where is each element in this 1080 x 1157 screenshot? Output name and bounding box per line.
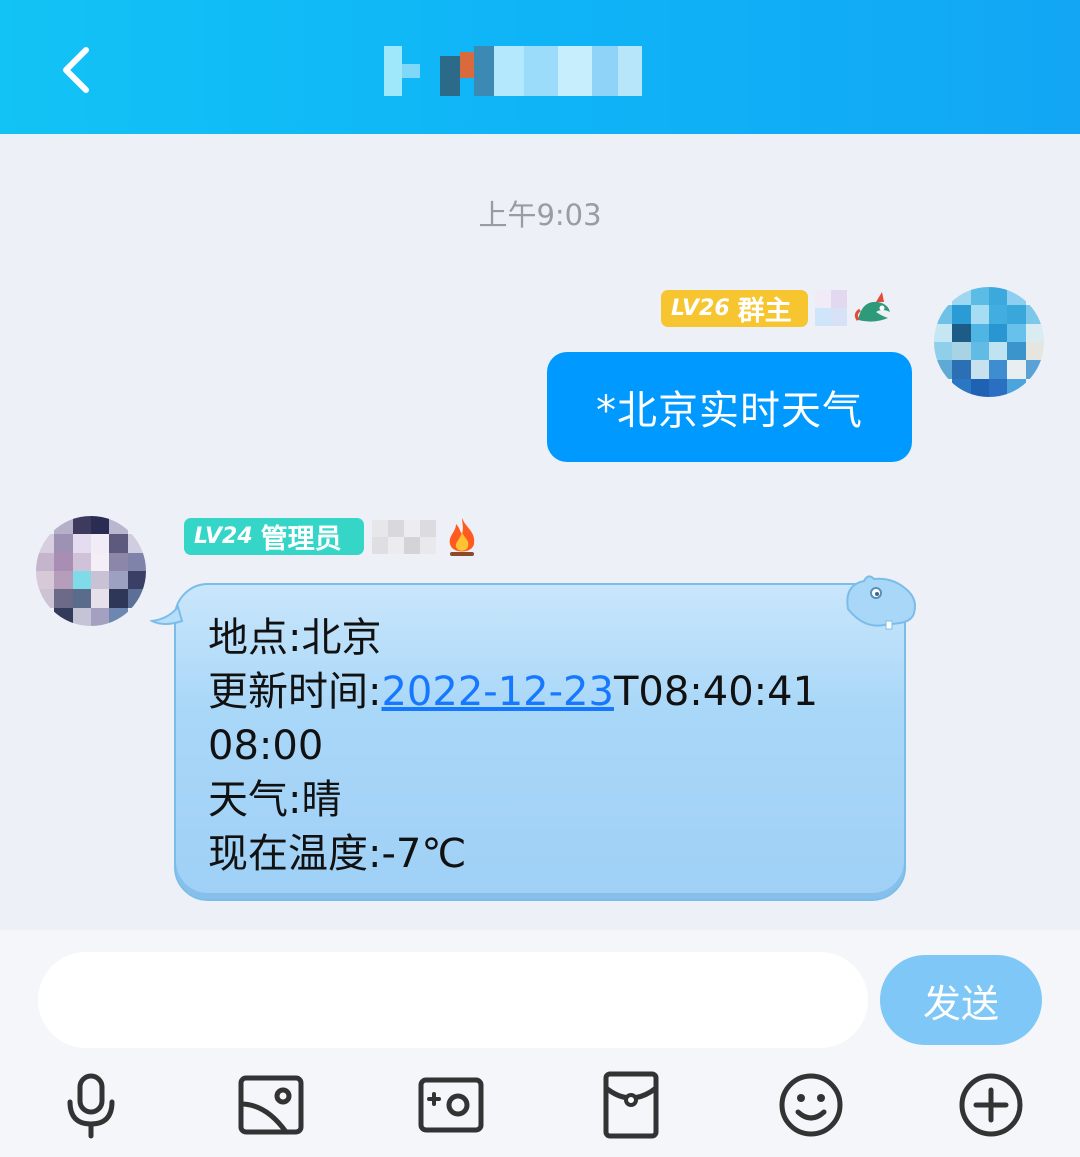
- gallery-icon[interactable]: [236, 1070, 306, 1140]
- bubble-tail: [150, 605, 184, 625]
- date-link[interactable]: 2022-12-23: [381, 669, 613, 715]
- update-time-line: 更新时间:2022-12-23T08:40:41: [208, 669, 819, 715]
- chat-header: [0, 0, 1080, 134]
- sender-nickname-pixelated: [815, 290, 847, 308]
- role-label: 群主: [737, 296, 792, 327]
- sender-nickname-pixelated: [372, 520, 436, 537]
- location-line: 地点:北京: [208, 615, 382, 661]
- red-packet-icon[interactable]: [596, 1070, 666, 1140]
- member-level-badge-admin: LV24 管理员: [184, 518, 364, 555]
- composer-toolbar: [0, 1070, 1080, 1140]
- camera-icon[interactable]: [416, 1070, 486, 1140]
- level-label: LV26: [671, 296, 730, 321]
- timezone-line: 08:00: [208, 723, 324, 769]
- whale-bubble-decoration: [846, 575, 916, 630]
- plus-icon[interactable]: [956, 1070, 1026, 1140]
- level-label: LV24: [194, 524, 253, 549]
- temperature-line: 现在温度:-7℃: [208, 831, 467, 877]
- emoji-icon[interactable]: [776, 1070, 846, 1140]
- send-button[interactable]: 发送: [880, 955, 1042, 1045]
- message-input[interactable]: [38, 952, 868, 1048]
- role-label: 管理员: [260, 524, 342, 555]
- dragon-badge-icon: [854, 292, 890, 322]
- incoming-message-bubble[interactable]: 地点:北京 更新时间:2022-12-23T08:40:41 08:00 天气:…: [150, 575, 916, 901]
- sender-avatar[interactable]: [36, 516, 146, 626]
- fire-icon: [449, 518, 475, 556]
- message-timestamp: 上午9:03: [478, 198, 602, 232]
- outgoing-message-bubble[interactable]: *北京实时天气: [547, 352, 912, 462]
- weather-reply-text: 地点:北京 更新时间:2022-12-23T08:40:41 08:00 天气:…: [208, 611, 818, 881]
- group-title-pixelated: [384, 46, 642, 96]
- self-avatar[interactable]: [934, 287, 1044, 397]
- chevron-left-icon[interactable]: [50, 40, 110, 100]
- composer: 发送: [0, 930, 1080, 1157]
- member-level-badge-owner: LV26 群主: [661, 290, 808, 327]
- weather-line: 天气:晴: [208, 777, 342, 823]
- microphone-icon[interactable]: [56, 1070, 126, 1140]
